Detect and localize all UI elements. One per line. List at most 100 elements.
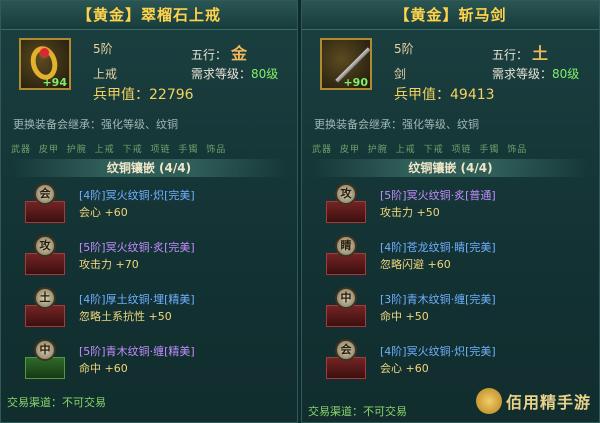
inlay-slot[interactable]: 会 [4阶]冥火纹铜·炽[完美] 会心 +60	[1, 181, 297, 233]
inlay-slot[interactable]: 中 [3阶]青木纹铜·缠[完美] 命中 +50	[302, 285, 599, 337]
inlay-title: [5阶]青木纹铜·缠[精美]	[79, 345, 195, 358]
tab-armor[interactable]: 皮甲	[340, 145, 360, 155]
gem-badge: 攻	[335, 183, 357, 205]
inlay-stat: 攻击力 +70	[79, 256, 139, 272]
gem-badge: 睛	[335, 235, 357, 257]
inlay-title: [4阶]厚土纹铜·埋[精美]	[79, 293, 195, 306]
tab-accessory[interactable]: 饰品	[507, 145, 527, 155]
inlay-gem-icon: 土	[25, 287, 65, 329]
tab-lower-ring[interactable]: 下戒	[424, 145, 444, 155]
inlay-stat: 命中 +60	[79, 360, 128, 376]
tab-necklace[interactable]: 项链	[451, 145, 471, 155]
stat-name: 攻击力	[79, 258, 112, 271]
inlay-slot[interactable]: 睛 [4阶]苍龙纹铜·睛[完美] 忽略闪避 +60	[302, 233, 599, 285]
inlay-slot[interactable]: 中 [5阶]青木纹铜·缠[精美] 命中 +60	[1, 337, 297, 389]
inlay-section-title: 纹铜镶嵌 (4/4)	[11, 159, 287, 177]
inlay-slot[interactable]: 攻 [5阶]冥火纹铜·炙[完美] 攻击力 +70	[1, 233, 297, 285]
item-header: +94 5阶 上戒 兵甲值：22796 五行：金 需求等级：80级	[1, 30, 297, 108]
watermark-text: 佰用精手游	[505, 393, 591, 412]
tab-bracelet[interactable]: 手镯	[178, 145, 198, 155]
req-value: 80级	[552, 67, 580, 81]
sword-icon: +90	[320, 38, 372, 90]
inlay-stat: 攻击力 +50	[380, 204, 440, 220]
stat-name: 会心	[79, 206, 101, 219]
enhance-level: +90	[343, 76, 368, 89]
tab-bracer[interactable]: 护腕	[368, 145, 388, 155]
stat-name: 命中	[79, 362, 101, 375]
stat-value: +70	[115, 258, 139, 271]
ring-gem	[40, 48, 49, 57]
wuxing-symbol: 金	[231, 44, 248, 63]
trade-channel: 交易渠道：不可交易	[308, 405, 407, 418]
gem-badge: 攻	[34, 235, 56, 257]
power-value: 22796	[149, 87, 194, 103]
tab-bracelet[interactable]: 手镯	[479, 145, 499, 155]
tab-necklace[interactable]: 项链	[150, 145, 170, 155]
stat-value: +50	[416, 206, 440, 219]
enhance-level: +94	[42, 76, 67, 89]
tab-accessory[interactable]: 饰品	[206, 145, 226, 155]
tab-upper-ring[interactable]: 上戒	[396, 145, 416, 155]
stat-value: +50	[148, 310, 172, 323]
req-value: 80级	[251, 67, 279, 81]
inlay-stat: 会心 +60	[380, 360, 429, 376]
power-value: 49413	[450, 87, 495, 103]
ring-icon: +94	[19, 38, 71, 90]
inlay-gem-icon: 中	[326, 287, 366, 329]
tab-upper-ring[interactable]: 上戒	[95, 145, 115, 155]
item-tooltip-sword: 【黄金】斩马剑 +90 5阶 剑 兵甲值：49413 五行：土 需求等级：80级…	[301, 0, 600, 423]
item-rank: 5阶	[394, 42, 414, 56]
inherit-text: 更换装备会继承：强化等级、纹铜	[314, 118, 479, 131]
tab-weapon[interactable]: 武器	[312, 145, 332, 155]
gem-badge: 会	[335, 339, 357, 361]
inlay-section-title: 纹铜镶嵌 (4/4)	[312, 159, 589, 177]
required-level: 需求等级：80级	[191, 65, 278, 82]
gem-badge: 土	[34, 287, 56, 309]
inlay-slot[interactable]: 土 [4阶]厚土纹铜·埋[精美] 忽略土系抗性 +50	[1, 285, 297, 337]
stat-name: 会心	[380, 362, 402, 375]
stat-value: +60	[427, 258, 451, 271]
item-power: 兵甲值：22796	[93, 84, 194, 104]
trade-channel: 交易渠道：不可交易	[7, 396, 106, 409]
watermark: 佰用精手游	[475, 388, 591, 414]
wuxing-symbol: 土	[532, 44, 549, 63]
item-title: 【黄金】翠榴石上戒	[1, 1, 297, 30]
item-type: 上戒	[93, 67, 118, 81]
inlay-stat: 会心 +60	[79, 204, 128, 220]
wuxing-label: 五行：	[191, 48, 228, 62]
gem-badge: 会	[34, 183, 56, 205]
watermark-logo-icon	[475, 388, 502, 414]
stat-value: +50	[405, 310, 429, 323]
stat-name: 命中	[380, 310, 402, 323]
inlay-title: [3阶]青木纹铜·缠[完美]	[380, 293, 496, 306]
item-header: +90 5阶 剑 兵甲值：49413 五行：土 需求等级：80级	[302, 30, 599, 108]
stat-name: 忽略土系抗性	[79, 310, 145, 323]
inlay-stat: 忽略土系抗性 +50	[79, 308, 172, 324]
item-tooltip-ring: 【黄金】翠榴石上戒 +94 5阶 上戒 兵甲值：22796 五行：金 需求等级：…	[0, 0, 298, 423]
stat-name: 忽略闪避	[380, 258, 424, 271]
item-type: 剑	[394, 67, 407, 81]
tab-armor[interactable]: 皮甲	[39, 145, 59, 155]
req-label: 需求等级：	[492, 67, 553, 81]
item-rank: 5阶	[93, 42, 113, 56]
stat-value: +60	[104, 206, 128, 219]
inlay-slot[interactable]: 攻 [5阶]冥火纹铜·炙[普通] 攻击力 +50	[302, 181, 599, 233]
tab-bracer[interactable]: 护腕	[67, 145, 87, 155]
tab-lower-ring[interactable]: 下戒	[123, 145, 143, 155]
inlay-stat: 忽略闪避 +60	[380, 256, 451, 272]
wuxing-label: 五行：	[492, 48, 529, 62]
gem-badge: 中	[335, 287, 357, 309]
tab-weapon[interactable]: 武器	[11, 145, 31, 155]
wuxing: 五行：土	[492, 40, 548, 64]
req-label: 需求等级：	[191, 67, 252, 81]
stat-name: 攻击力	[380, 206, 413, 219]
inlay-gem-icon: 中	[25, 339, 65, 381]
gem-badge: 中	[34, 339, 56, 361]
required-level: 需求等级：80级	[492, 65, 579, 82]
inlay-title: [4阶]冥火纹铜·炽[完美]	[380, 345, 496, 358]
equip-tabs: 武器 皮甲 护腕 上戒 下戒 项链 手镯 饰品	[1, 136, 297, 157]
power-label: 兵甲值：	[394, 87, 450, 103]
inlay-gem-icon: 攻	[326, 183, 366, 225]
inlay-gem-icon: 会	[25, 183, 65, 225]
inlay-slot[interactable]: 会 [4阶]冥火纹铜·炽[完美] 会心 +60	[302, 337, 599, 389]
